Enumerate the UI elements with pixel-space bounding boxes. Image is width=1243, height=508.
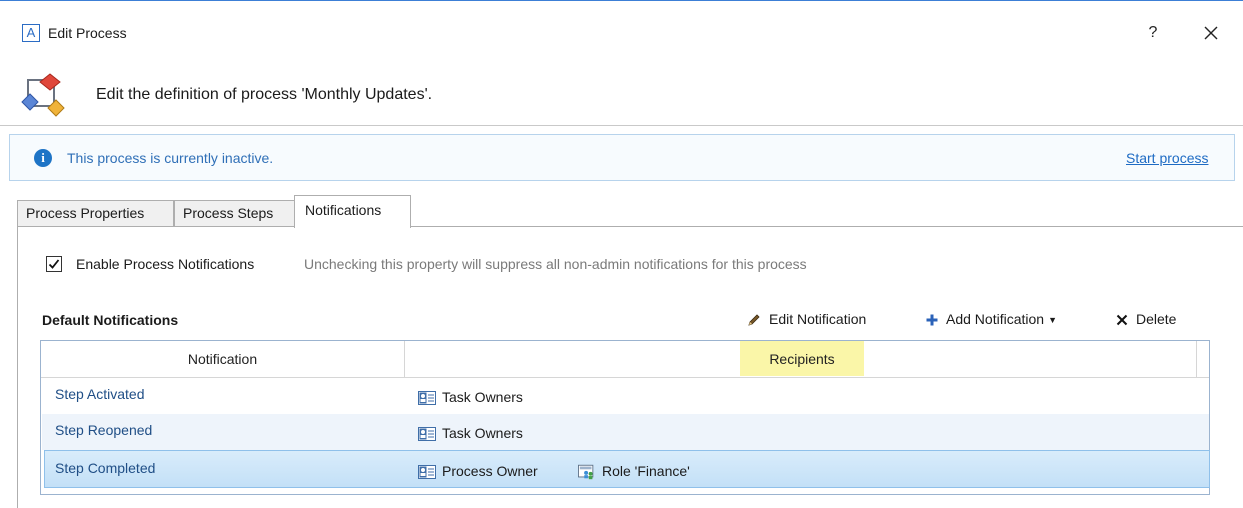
recipient-label: Task Owners	[442, 425, 523, 441]
help-button[interactable]: ?	[1143, 21, 1163, 45]
edit-notification-label: Edit Notification	[769, 311, 867, 327]
checkmark-icon	[48, 259, 60, 269]
recipient-item: Role 'Finance'	[578, 463, 690, 480]
column-separator	[1196, 341, 1197, 378]
banner-message: This process is currently inactive.	[67, 150, 274, 166]
recipient-label: Task Owners	[442, 389, 523, 405]
process-description: Edit the definition of process 'Monthly …	[96, 86, 433, 103]
enable-notifications-label[interactable]: Enable Process Notifications	[76, 256, 254, 272]
column-header-recipients[interactable]: Recipients	[740, 341, 864, 376]
add-notification-label: Add Notification	[946, 311, 1045, 327]
grid-header: Notification Recipients	[41, 341, 1209, 378]
contact-card-icon	[418, 427, 436, 442]
delete-label: Delete	[1136, 311, 1177, 327]
recipient-label: Process Owner	[442, 463, 538, 479]
tab-process-steps[interactable]: Process Steps	[174, 200, 312, 227]
table-row[interactable]: Step Reopened Task Owners	[42, 414, 1209, 450]
recipient-item: Task Owners	[418, 389, 523, 406]
table-row[interactable]: Step Activated Task Owners	[42, 378, 1209, 414]
close-button[interactable]	[1198, 20, 1224, 46]
role-group-icon	[578, 465, 594, 480]
notification-name: Step Completed	[55, 460, 156, 476]
title-bar: A Edit Process ?	[0, 0, 1243, 56]
enable-notifications-hint: Unchecking this property will suppress a…	[304, 256, 807, 272]
plus-icon	[926, 314, 938, 326]
close-icon	[1204, 26, 1218, 40]
window-title: Edit Process	[48, 25, 127, 41]
notification-name: Step Activated	[55, 386, 145, 402]
tab-process-properties[interactable]: Process Properties	[17, 200, 174, 227]
recipient-item: Process Owner	[418, 463, 538, 480]
notifications-grid: Notification Recipients Step Activated T…	[40, 340, 1210, 495]
app-logo-icon: A	[22, 24, 40, 42]
contact-card-icon	[418, 465, 436, 480]
column-header-notification[interactable]: Notification	[41, 341, 405, 378]
header-divider	[0, 125, 1243, 126]
add-notification-button[interactable]: Add Notification ▼	[926, 310, 1057, 330]
delete-x-icon	[1116, 315, 1128, 326]
tab-notifications[interactable]: Notifications	[294, 195, 411, 228]
recipient-label: Role 'Finance'	[602, 463, 690, 479]
enable-notifications-checkbox[interactable]	[46, 256, 62, 272]
chevron-down-icon: ▼	[1048, 315, 1057, 326]
table-row-selected[interactable]: Step Completed Process Owner Role 'Finan…	[44, 450, 1210, 488]
pencil-icon	[748, 314, 760, 326]
recipient-item: Task Owners	[418, 425, 523, 442]
notification-name: Step Reopened	[55, 422, 153, 438]
contact-card-icon	[418, 391, 436, 406]
section-title: Default Notifications	[42, 312, 179, 328]
process-icon	[20, 72, 66, 118]
start-process-link[interactable]: Start process	[1126, 150, 1208, 166]
delete-button[interactable]: Delete	[1116, 310, 1176, 330]
info-icon: i	[34, 149, 52, 167]
edit-notification-button[interactable]: Edit Notification	[747, 310, 866, 330]
